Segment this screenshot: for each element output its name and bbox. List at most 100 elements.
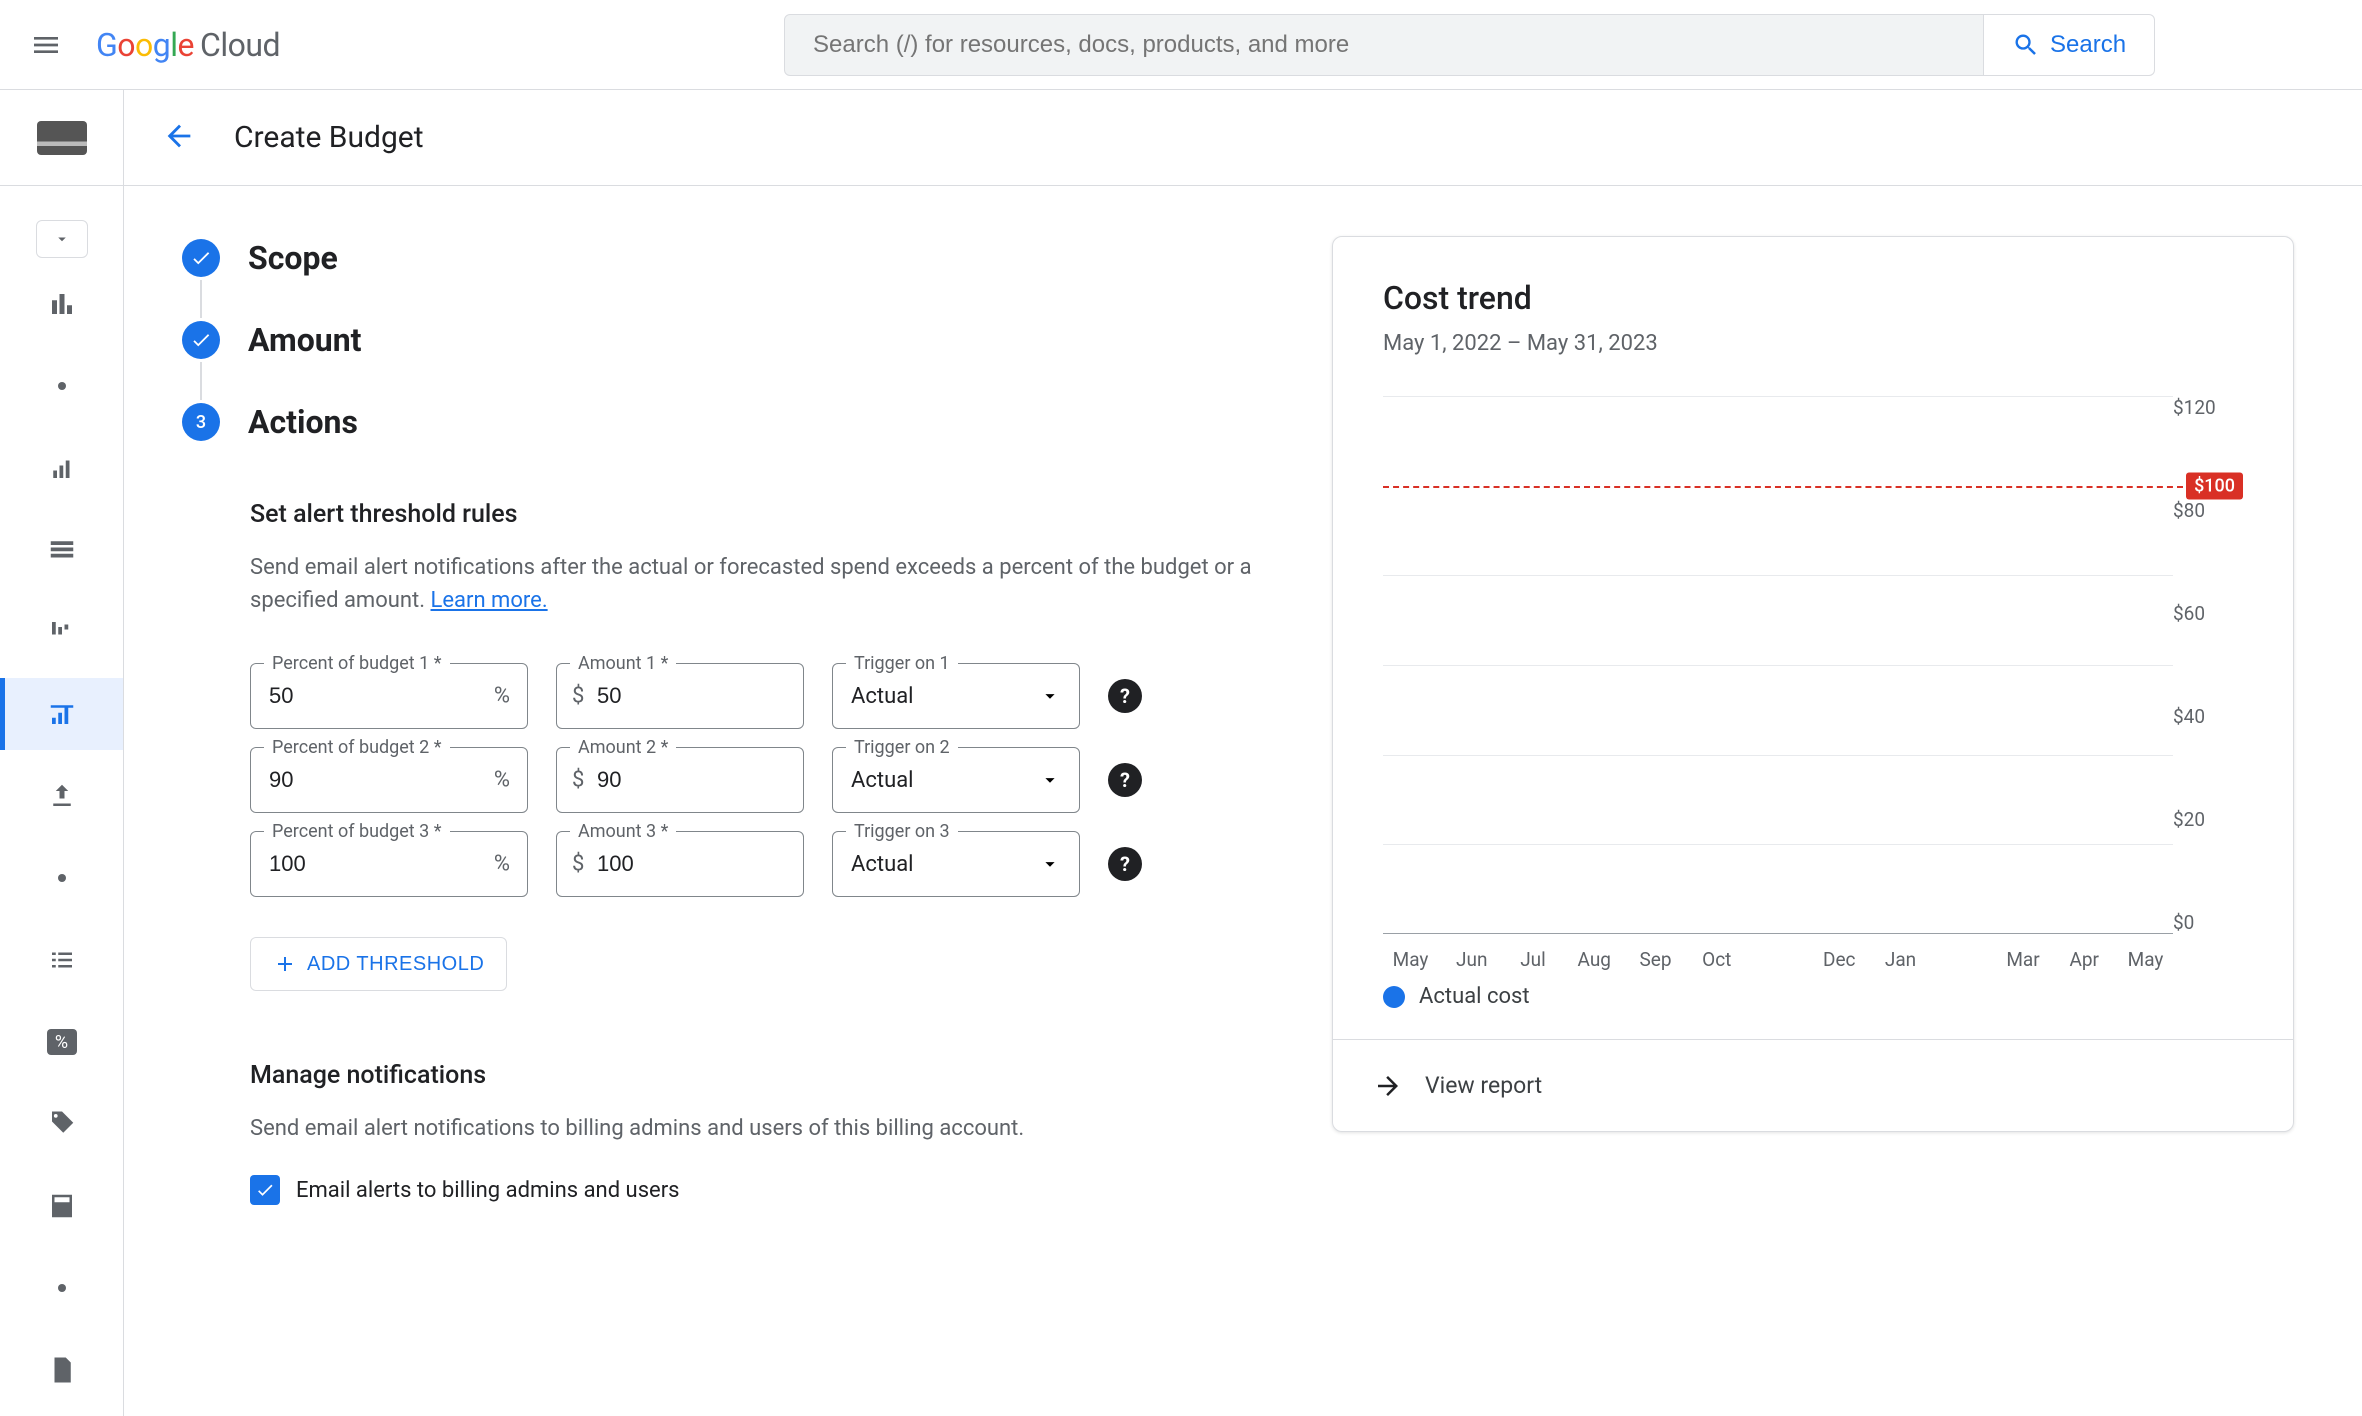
x-tick-label: Jan (1873, 948, 1928, 974)
dot-icon (58, 382, 66, 390)
chart-y-axis: $120$80$60$40$20$0 (2173, 396, 2243, 934)
y-tick-label: $120 (2173, 396, 2216, 419)
amount-label: Amount 2 * (570, 737, 676, 758)
step-actions[interactable]: 3 Actions (182, 400, 1272, 444)
trigger-value: Actual (851, 852, 914, 877)
trigger-field: Trigger on 1Actual (832, 663, 1080, 729)
threshold-row: Percent of budget 2 *% Amount 2 *$ Trigger… (250, 747, 1272, 813)
waterfall-chart-icon (47, 617, 77, 647)
trigger-field: Trigger on 2Actual (832, 747, 1080, 813)
help-icon[interactable]: ? (1108, 763, 1142, 797)
sidebar-item-cost-table[interactable] (0, 514, 123, 586)
amount-field: Amount 2 *$ (556, 747, 804, 813)
chart-baseline (1383, 933, 2173, 934)
sidebar-item-percent[interactable]: % (0, 1006, 123, 1078)
x-tick-label: May (2118, 948, 2173, 974)
list-icon (47, 945, 77, 975)
x-tick-label: Dec (1812, 948, 1867, 974)
budget-threshold-line (1383, 486, 2183, 488)
percent-suffix: % (494, 684, 510, 709)
help-icon[interactable]: ? (1108, 679, 1142, 713)
form-column: Scope Amount 3 Actions Set alert thresho… (182, 236, 1272, 1416)
chart-gridline (1383, 844, 2173, 845)
trigger-label: Trigger on 1 (846, 653, 958, 674)
sidebar-item-doc[interactable] (0, 1334, 123, 1406)
threshold-row: Percent of budget 1 *% Amount 1 *$ Trigger… (250, 663, 1272, 729)
main-content: Scope Amount 3 Actions Set alert thresho… (124, 186, 2362, 1416)
cost-trend-chart: $100 $120$80$60$40$20$0 MayJunJulAugSepO… (1383, 396, 2243, 974)
amount-field: Amount 1 *$ (556, 663, 804, 729)
check-icon (182, 239, 220, 277)
checkbox-checked-icon[interactable] (250, 1175, 280, 1205)
x-tick-label: Apr (2057, 948, 2112, 974)
percent-field: Percent of budget 1 *% (250, 663, 528, 729)
amount-label: Amount 3 * (570, 821, 676, 842)
chart-legend: Actual cost (1383, 984, 2243, 1009)
top-bar: Google Cloud Search (0, 0, 2362, 90)
notifications-desc: Send email alert notifications to billin… (250, 1112, 1260, 1145)
sidebar-item-dot-1[interactable] (0, 350, 123, 422)
percent-suffix: % (494, 768, 510, 793)
currency-prefix: $ (572, 684, 584, 709)
notifications-heading: Manage notifications (250, 1061, 1272, 1090)
percent-field: Percent of budget 2 *% (250, 747, 528, 813)
help-icon[interactable]: ? (1108, 847, 1142, 881)
sidebar-item-dot-3[interactable] (0, 1252, 123, 1324)
percent-icon: % (47, 1029, 77, 1055)
upload-icon (47, 781, 77, 811)
legend-swatch-actual (1383, 986, 1405, 1008)
trigger-label: Trigger on 2 (846, 737, 958, 758)
threshold-desc: Send email alert notifications after the… (250, 551, 1260, 617)
notifications-section: Manage notifications Send email alert no… (250, 1061, 1272, 1205)
threshold-rules: Percent of budget 1 *% Amount 1 *$ Trigger… (250, 663, 1272, 897)
chart-gridline (1383, 665, 2173, 666)
add-threshold-button[interactable]: ADD THRESHOLD (250, 937, 507, 991)
y-tick-label: $60 (2173, 602, 2205, 625)
sidebar-item-dot-2[interactable] (0, 842, 123, 914)
email-alerts-checkbox-row[interactable]: Email alerts to billing admins and users (250, 1175, 1272, 1205)
sidebar-item-export[interactable] (0, 760, 123, 832)
x-tick-label: Sep (1628, 948, 1683, 974)
y-tick-label: $40 (2173, 705, 2205, 728)
bar-chart-icon (47, 289, 77, 319)
view-report-link[interactable]: View report (1333, 1039, 2293, 1131)
search-bar: Search (784, 14, 2155, 76)
billing-product-icon (37, 121, 87, 155)
trigger-value: Actual (851, 684, 914, 709)
search-button[interactable]: Search (1984, 14, 2155, 76)
threshold-section: Set alert threshold rules Send email ale… (250, 500, 1272, 991)
percent-suffix: % (494, 852, 510, 877)
sidebar-item-overview[interactable] (0, 268, 123, 340)
google-cloud-logo[interactable]: Google Cloud (96, 26, 280, 64)
sidebar-item-cost-breakdown[interactable] (0, 596, 123, 668)
step-amount[interactable]: Amount (182, 318, 1272, 362)
plus-icon (273, 952, 297, 976)
percent-label: Percent of budget 1 * (264, 653, 450, 674)
chevron-down-icon (1039, 769, 1061, 791)
step-scope[interactable]: Scope (182, 236, 1272, 280)
tag-icon (47, 1109, 77, 1139)
dot-icon (58, 874, 66, 882)
chevron-down-icon (1039, 853, 1061, 875)
y-tick-label: $20 (2173, 808, 2205, 831)
back-button[interactable] (162, 119, 196, 157)
bar-chart-small-icon (47, 453, 77, 483)
step-connector (200, 280, 202, 318)
menu-icon[interactable] (28, 27, 64, 63)
amount-label: Amount 1 * (570, 653, 676, 674)
sidebar-item-calc[interactable] (0, 1170, 123, 1242)
sidebar-item-budgets[interactable] (0, 678, 123, 750)
sidebar-collapse-toggle[interactable] (36, 220, 88, 258)
x-tick-label: Aug (1567, 948, 1622, 974)
trigger-field: Trigger on 3Actual (832, 831, 1080, 897)
search-button-label: Search (2050, 31, 2126, 59)
step-connector (200, 362, 202, 400)
sidebar-item-reports[interactable] (0, 432, 123, 504)
sidebar-item-pricing[interactable] (0, 924, 123, 996)
sidebar-item-tags[interactable] (0, 1088, 123, 1160)
search-input[interactable] (784, 14, 1984, 76)
side-nav: % (0, 186, 124, 1416)
learn-more-link[interactable]: Learn more. (431, 588, 548, 613)
trigger-value: Actual (851, 768, 914, 793)
chevron-down-icon (53, 230, 71, 248)
